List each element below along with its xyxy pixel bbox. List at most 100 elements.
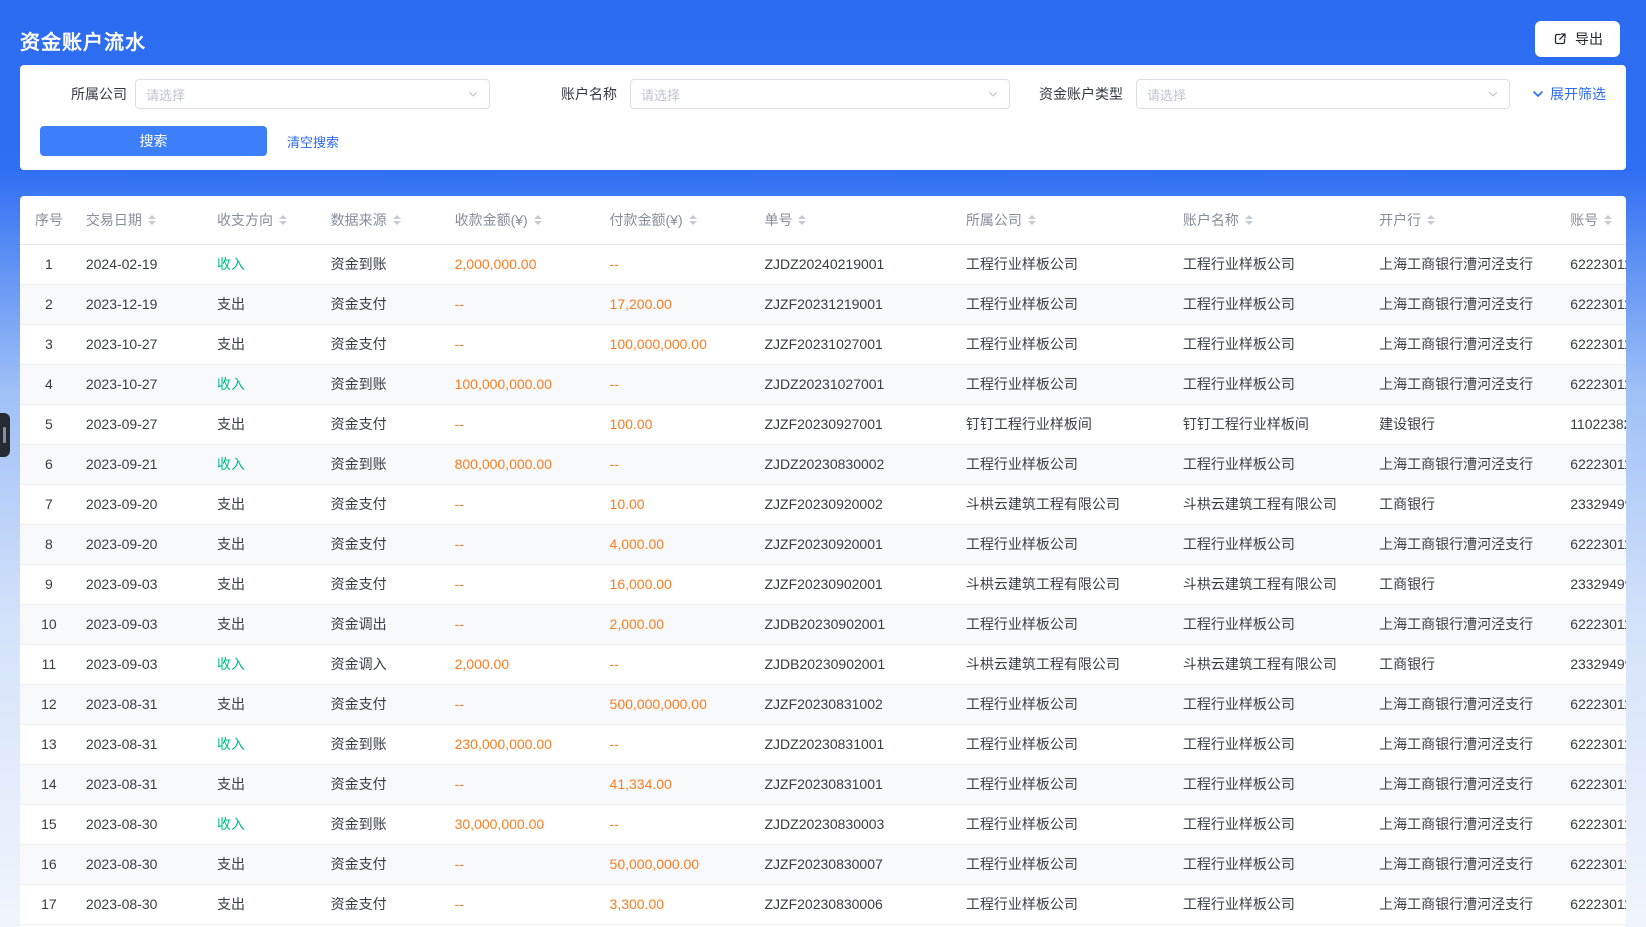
sort-icon[interactable] xyxy=(689,215,697,225)
cell-account_no: 622230111 xyxy=(1562,684,1626,724)
col-header-no: 序号 xyxy=(20,196,78,244)
col-header-receipt[interactable]: 收款金额(¥) xyxy=(447,196,602,244)
expand-filter-link[interactable]: 展开筛选 xyxy=(1532,84,1606,104)
cell-receipt: -- xyxy=(447,284,602,324)
col-header-payment[interactable]: 付款金额(¥) xyxy=(602,196,757,244)
cell-no: 7 xyxy=(20,484,78,524)
cell-bank: 上海工商银行漕河泾支行 xyxy=(1371,324,1562,364)
cell-date: 2023-09-03 xyxy=(78,564,209,604)
cell-bank: 上海工商银行漕河泾支行 xyxy=(1371,764,1562,804)
chevron-down-icon xyxy=(1532,88,1544,100)
cell-account_name: 工程行业样板公司 xyxy=(1175,524,1371,564)
cell-date: 2024-02-19 xyxy=(78,244,209,284)
cell-date: 2023-12-19 xyxy=(78,284,209,324)
cell-date: 2023-09-21 xyxy=(78,444,209,484)
sort-icon[interactable] xyxy=(279,215,287,225)
col-header-direction[interactable]: 收支方向 xyxy=(209,196,323,244)
cell-account_name: 工程行业样板公司 xyxy=(1175,604,1371,644)
account-type-filter-select[interactable]: 请选择 xyxy=(1136,79,1510,109)
cell-company: 工程行业样板公司 xyxy=(958,764,1175,804)
col-header-company[interactable]: 所属公司 xyxy=(958,196,1175,244)
cell-direction: 支出 xyxy=(209,564,323,604)
account-name-filter-label: 账户名称 xyxy=(561,84,617,104)
cell-receipt: -- xyxy=(447,564,602,604)
cell-no: 9 xyxy=(20,564,78,604)
col-header-label: 单号 xyxy=(764,210,792,230)
cell-date: 2023-08-30 xyxy=(78,804,209,844)
cell-bank: 工商银行 xyxy=(1371,564,1562,604)
table-row: 172023-08-30支出资金支付--3,300.00ZJZF20230830… xyxy=(20,884,1626,924)
cell-account_name: 工程行业样板公司 xyxy=(1175,364,1371,404)
cell-no: 6 xyxy=(20,444,78,484)
sort-icon[interactable] xyxy=(1028,215,1036,225)
cell-company: 工程行业样板公司 xyxy=(958,724,1175,764)
table-row: 162023-08-30支出资金支付--50,000,000.00ZJZF202… xyxy=(20,844,1626,884)
export-icon xyxy=(1552,31,1568,47)
search-button[interactable]: 搜索 xyxy=(40,126,267,156)
company-filter-select[interactable]: 请选择 xyxy=(135,79,490,109)
cell-bank: 上海工商银行漕河泾支行 xyxy=(1371,844,1562,884)
cell-order_no: ZJDZ20230830003 xyxy=(756,804,957,844)
cell-payment: 50,000,000.00 xyxy=(602,844,757,884)
sort-icon[interactable] xyxy=(1604,215,1612,225)
col-header-account_name[interactable]: 账户名称 xyxy=(1175,196,1371,244)
cell-account_name: 斗栱云建筑工程有限公司 xyxy=(1175,564,1371,604)
cell-date: 2023-10-27 xyxy=(78,364,209,404)
col-header-account_no[interactable]: 账号 xyxy=(1562,196,1626,244)
chevron-down-icon xyxy=(467,88,479,100)
cell-no: 17 xyxy=(20,884,78,924)
cell-payment: -- xyxy=(602,804,757,844)
cell-direction: 收入 xyxy=(209,244,323,284)
cell-receipt: 2,000,000.00 xyxy=(447,244,602,284)
cell-order_no: ZJDZ20240219001 xyxy=(756,244,957,284)
cell-source: 资金调入 xyxy=(323,644,447,684)
export-button-label: 导出 xyxy=(1575,29,1603,49)
col-header-source[interactable]: 数据来源 xyxy=(323,196,447,244)
cell-company: 工程行业样板公司 xyxy=(958,804,1175,844)
cell-payment: 100,000,000.00 xyxy=(602,324,757,364)
cell-order_no: ZJZF20230902001 xyxy=(756,564,957,604)
sort-icon[interactable] xyxy=(534,215,542,225)
cell-date: 2023-09-20 xyxy=(78,524,209,564)
cell-receipt: 800,000,000.00 xyxy=(447,444,602,484)
sort-icon[interactable] xyxy=(1427,215,1435,225)
col-header-label: 交易日期 xyxy=(86,210,142,230)
cell-account_name: 工程行业样板公司 xyxy=(1175,804,1371,844)
cell-payment: 3,300.00 xyxy=(602,884,757,924)
cell-no: 14 xyxy=(20,764,78,804)
cell-no: 11 xyxy=(20,644,78,684)
cell-payment: -- xyxy=(602,244,757,284)
col-header-label: 账号 xyxy=(1570,210,1598,230)
clear-search-link[interactable]: 清空搜索 xyxy=(287,132,339,151)
cell-order_no: ZJZF20231219001 xyxy=(756,284,957,324)
export-button[interactable]: 导出 xyxy=(1535,21,1620,57)
cell-receipt: 30,000,000.00 xyxy=(447,804,602,844)
cell-receipt: 100,000,000.00 xyxy=(447,364,602,404)
table-header-row: 序号交易日期 收支方向数据来源收款金额(¥) 付款金额(¥) 单号 所属公司账户名称开户… xyxy=(20,196,1626,244)
cell-order_no: ZJZF20230831002 xyxy=(756,684,957,724)
cell-no: 4 xyxy=(20,364,78,404)
col-header-order_no[interactable]: 单号 xyxy=(756,196,957,244)
col-header-date[interactable]: 交易日期 xyxy=(78,196,209,244)
cell-bank: 上海工商银行漕河泾支行 xyxy=(1371,804,1562,844)
company-filter-label: 所属公司 xyxy=(40,84,127,104)
cell-account_name: 工程行业样板公司 xyxy=(1175,244,1371,284)
cell-payment: 10.00 xyxy=(602,484,757,524)
cell-source: 资金支付 xyxy=(323,404,447,444)
col-header-bank[interactable]: 开户行 xyxy=(1371,196,1562,244)
col-header-label: 收款金额(¥) xyxy=(455,210,528,230)
cell-account_no: 110223823 xyxy=(1562,404,1626,444)
sort-icon[interactable] xyxy=(798,215,806,225)
account-name-filter-select[interactable]: 请选择 xyxy=(630,79,1010,109)
sort-icon[interactable] xyxy=(393,215,401,225)
sort-icon[interactable] xyxy=(1245,215,1253,225)
cell-order_no: ZJZF20230830006 xyxy=(756,884,957,924)
sort-icon[interactable] xyxy=(148,215,156,225)
side-drawer-handle[interactable] xyxy=(0,413,10,457)
cell-account_name: 工程行业样板公司 xyxy=(1175,764,1371,804)
cell-no: 15 xyxy=(20,804,78,844)
cell-company: 斗栱云建筑工程有限公司 xyxy=(958,644,1175,684)
cell-company: 工程行业样板公司 xyxy=(958,364,1175,404)
cell-company: 工程行业样板公司 xyxy=(958,524,1175,564)
cell-source: 资金支付 xyxy=(323,564,447,604)
